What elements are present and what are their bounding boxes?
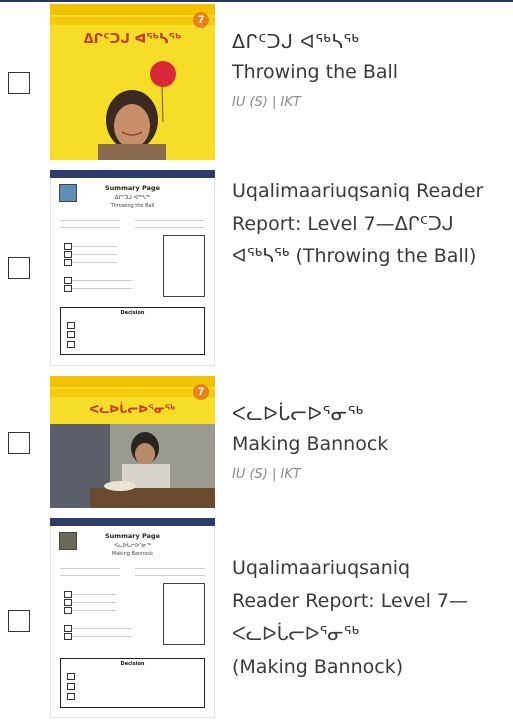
cover-illustration [50,52,215,160]
level-badge: 7 [193,12,209,28]
list-item: 7 ᐸᓚᐅᒑᓕᐅᕐᓂᖅ ᐸᓚᐅᒑᓕᐅᕐᓂᖅ Making Bannock IU … [0,373,513,510]
cover-title: ᐸᓚᐅᒑᓕᐅᕐᓂᖅ [89,403,176,416]
report-heading: Summary Page [105,532,160,540]
list-item: Summary Page ᐃᒋᑦᑐᒍ ᐊᖅᓴᖅ Throwing the Bal… [0,163,513,369]
list-item: 7 ᐃᒋᑦᑐᒍ ᐊᖅᓴᖅ ᐃᒋᑦᑐᒍ ᐊᖅᓴᖅ Throwing the Bal… [0,0,513,162]
level-badge: 7 [193,384,209,400]
report-thumbnail[interactable]: Summary Page ᐃᒋᑦᑐᒍ ᐊᖅᓴᖅ Throwing the Bal… [50,170,215,366]
select-checkbox[interactable] [8,610,30,632]
cover-photo [50,424,215,508]
syllabic-title: ᐸᓚᐅᒑᓕᐅᕐᓂᖅ [232,403,364,425]
cover-title: ᐃᒋᑦᑐᒍ ᐊᖅᓴᖅ [83,32,182,47]
list-item: Summary Page ᐸᓚᐅᒑᓕᐅᕐᓂᖅ Making Bannock De… [0,512,513,723]
book-cover-thumbnail[interactable]: 7 ᐃᒋᑦᑐᒍ ᐊᖅᓴᖅ [50,4,215,160]
english-title[interactable]: Making Bannock [232,429,512,460]
syllabic-title: ᐃᒋᑦᑐᒍ ᐊᖅᓴᖅ [232,31,360,53]
report-thumbnail[interactable]: Summary Page ᐸᓚᐅᒑᓕᐅᕐᓂᖅ Making Bannock De… [50,518,215,718]
english-title[interactable]: Throwing the Ball [232,57,512,88]
language-tag: IU (S) | IKT [232,467,301,482]
report-heading: Summary Page [105,184,160,192]
select-checkbox[interactable] [8,72,30,94]
language-tag: IU (S) | IKT [232,95,301,110]
decision-box: Decision [60,307,205,355]
select-checkbox[interactable] [8,257,30,279]
select-checkbox[interactable] [8,432,30,454]
book-cover-thumbnail[interactable]: 7 ᐸᓚᐅᒑᓕᐅᕐᓂᖅ [50,376,215,508]
report-title[interactable]: Uqalimaariuqsaniq Reader Report: Level 7… [232,175,512,273]
report-title[interactable]: Uqalimaariuqsaniq Reader Report: Level 7… [232,552,512,684]
decision-box: Decision [60,658,205,708]
